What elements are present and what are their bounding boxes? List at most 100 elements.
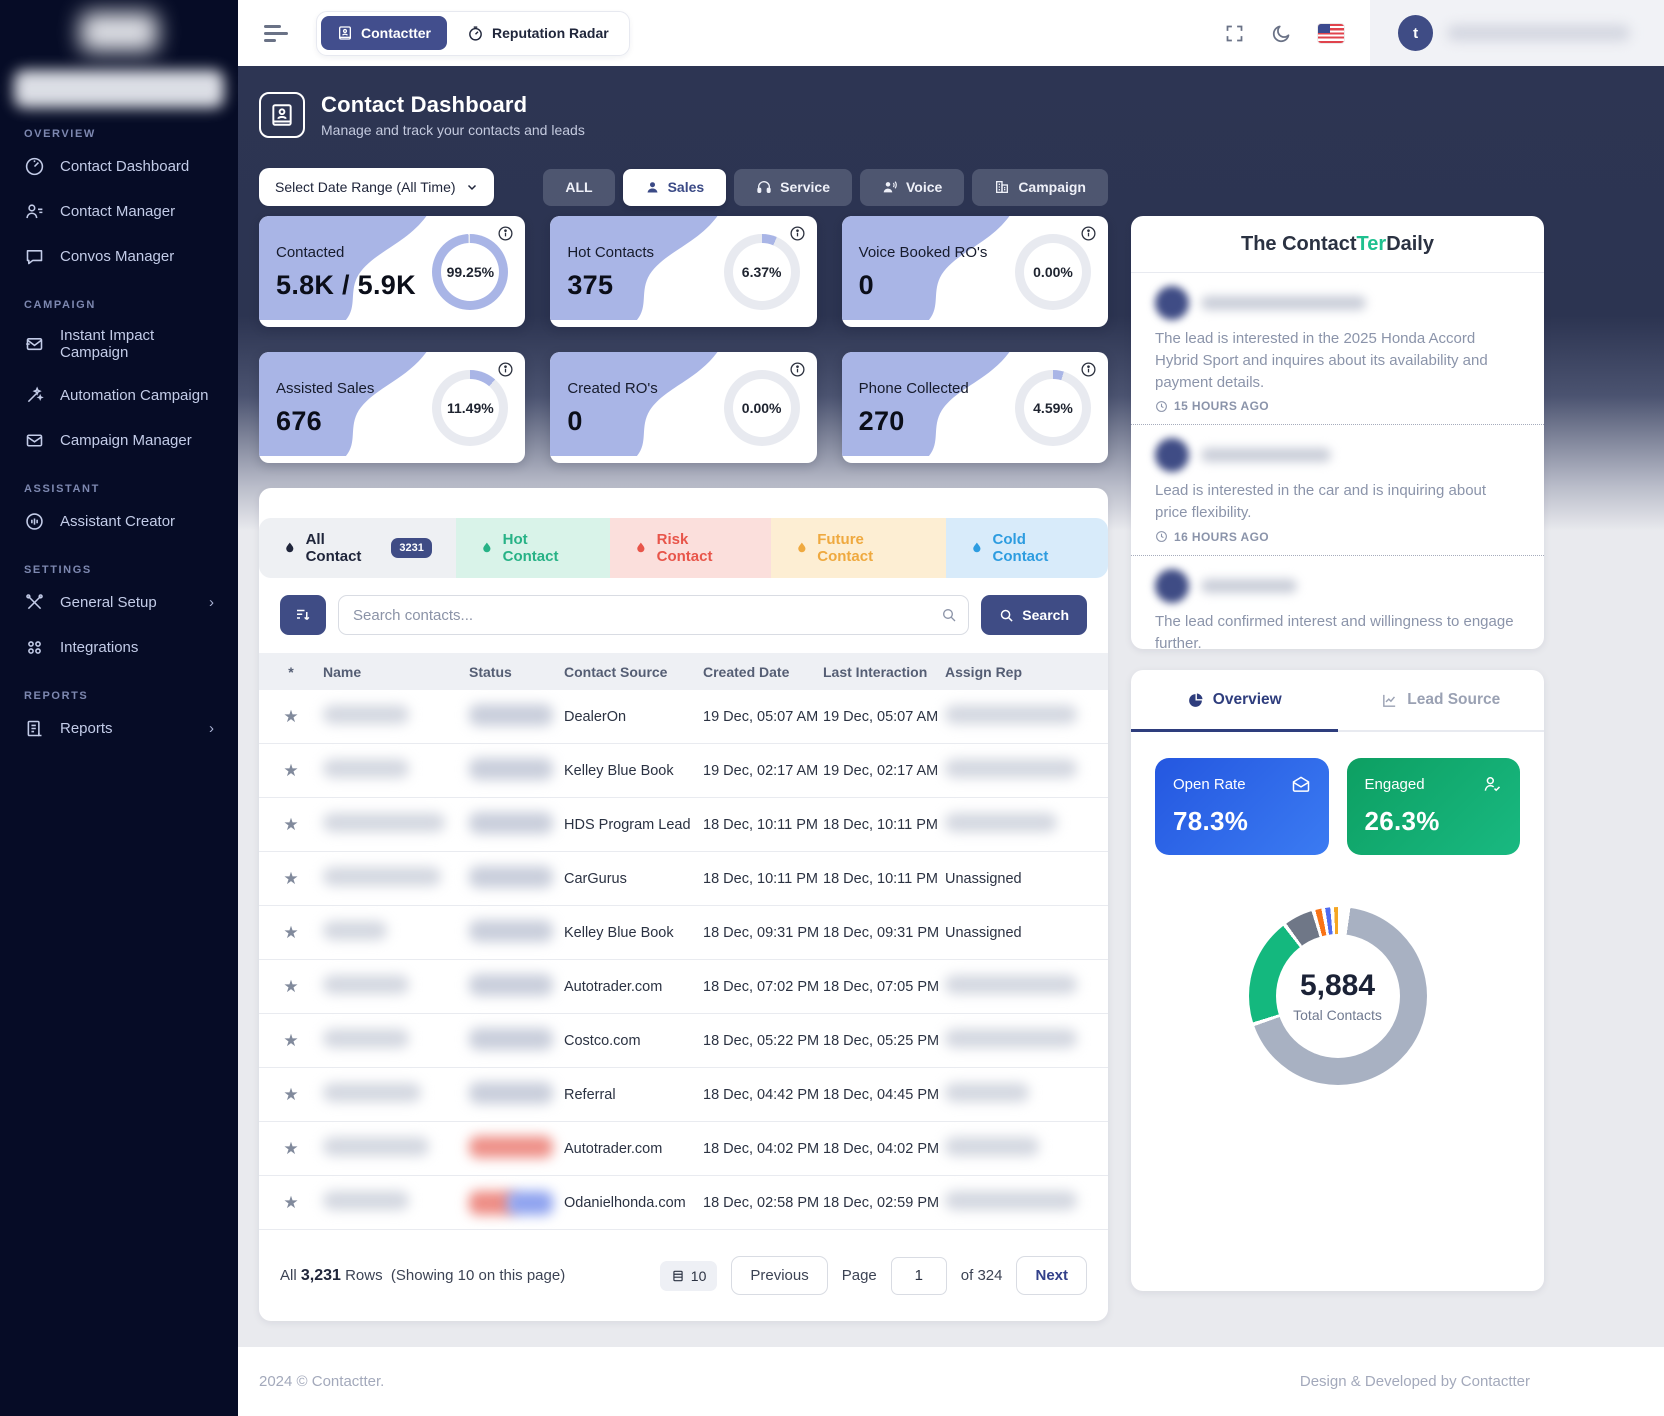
tab-hot-contact[interactable]: Hot Contact: [456, 518, 610, 578]
cell-created-date: 18 Dec, 05:22 PM: [703, 1033, 823, 1049]
table-row[interactable]: ★ DealerOn 19 Dec, 05:07 AM 19 Dec, 05:0…: [259, 690, 1108, 744]
page-number-input[interactable]: [891, 1257, 947, 1295]
open-rate-value: 78.3%: [1173, 806, 1311, 837]
tab-contactter[interactable]: Contactter: [321, 16, 447, 50]
tab-label: Campaign: [1018, 179, 1086, 195]
filter-button[interactable]: [280, 595, 326, 635]
redacted-rep: [945, 1083, 1029, 1102]
language-flag-us[interactable]: [1318, 24, 1344, 43]
table-row[interactable]: ★ Autotrader.com 18 Dec, 07:02 PM 18 Dec…: [259, 960, 1108, 1014]
sidebar-item-campaign-manager[interactable]: Campaign Manager: [0, 418, 238, 463]
star-icon[interactable]: ★: [283, 1085, 298, 1104]
next-page-button[interactable]: Next: [1016, 1256, 1087, 1295]
tab-campaign[interactable]: Campaign: [972, 169, 1108, 206]
tab-voice[interactable]: Voice: [860, 169, 964, 206]
ring-percent: 0.00%: [742, 400, 782, 416]
sidebar-item-contact-manager[interactable]: Contact Manager: [0, 189, 238, 234]
sidebar-item-automation-campaign[interactable]: Automation Campaign: [0, 373, 238, 418]
star-icon[interactable]: ★: [283, 1193, 298, 1212]
table-row[interactable]: ★ Odanielhonda.com 18 Dec, 02:58 PM 18 D…: [259, 1176, 1108, 1230]
table-row[interactable]: ★ CarGurus 18 Dec, 10:11 PM 18 Dec, 10:1…: [259, 852, 1108, 906]
stat-card-voice-booked-ros: Voice Booked RO's 0 0.00%: [842, 216, 1108, 327]
star-icon[interactable]: ★: [283, 869, 298, 888]
voice-person-icon: [882, 179, 898, 195]
sidebar-item-contact-dashboard[interactable]: Contact Dashboard: [0, 144, 238, 189]
sidebar-item-assistant-creator[interactable]: Assistant Creator: [0, 499, 238, 544]
column-assign-rep: Assign Rep: [945, 664, 1108, 680]
table-row[interactable]: ★ Autotrader.com 18 Dec, 04:02 PM 18 Dec…: [259, 1122, 1108, 1176]
star-icon[interactable]: ★: [283, 1031, 298, 1050]
stat-value: 375: [567, 270, 613, 301]
search-input[interactable]: [338, 595, 969, 635]
info-icon[interactable]: [1080, 361, 1097, 378]
star-icon[interactable]: ★: [283, 923, 298, 942]
table-row[interactable]: ★ Kelley Blue Book 19 Dec, 02:17 AM 19 D…: [259, 744, 1108, 798]
tab-label: Contactter: [361, 25, 431, 41]
info-icon[interactable]: [1080, 225, 1097, 242]
ring-percent: 0.00%: [1033, 264, 1073, 280]
cell-contact-source: Autotrader.com: [564, 979, 703, 995]
tab-label: Voice: [906, 179, 942, 195]
daily-feed-item[interactable]: The lead is interested in the 2025 Honda…: [1131, 273, 1544, 425]
info-icon[interactable]: [789, 361, 806, 378]
date-range-select[interactable]: Select Date Range (All Time): [259, 168, 494, 206]
tab-lead-source[interactable]: Lead Source: [1338, 670, 1545, 730]
search-wrap: [338, 595, 969, 635]
cell-contact-source: Odanielhonda.com: [564, 1195, 703, 1211]
table-row[interactable]: ★ Referral 18 Dec, 04:42 PM 18 Dec, 04:4…: [259, 1068, 1108, 1122]
tab-all[interactable]: ALL: [543, 169, 614, 206]
droplet-icon: [795, 541, 809, 555]
table-row[interactable]: ★ Kelley Blue Book 18 Dec, 09:31 PM 18 D…: [259, 906, 1108, 960]
daily-feed-item[interactable]: The lead confirmed interest and willingn…: [1131, 556, 1544, 649]
sidebar-item-instant-impact-campaign[interactable]: Instant Impact Campaign: [0, 315, 238, 373]
star-icon[interactable]: ★: [283, 815, 298, 834]
cell-created-date: 18 Dec, 10:11 PM: [703, 871, 823, 887]
tab-future-contact[interactable]: Future Contact: [771, 518, 946, 578]
star-icon[interactable]: ★: [283, 761, 298, 780]
tab-service[interactable]: Service: [734, 169, 852, 206]
star-icon[interactable]: ★: [283, 1139, 298, 1158]
daily-feed-item[interactable]: Lead is interested in the car and is inq…: [1131, 425, 1544, 556]
previous-page-button[interactable]: Previous: [731, 1256, 827, 1295]
sidebar-item-reports[interactable]: Reports ›: [0, 706, 238, 751]
hamburger-menu-icon[interactable]: [264, 24, 290, 42]
kpi-label: Engaged: [1365, 776, 1425, 793]
stat-card-created-ros: Created RO's 0 0.00%: [550, 352, 816, 463]
table-row[interactable]: ★ Costco.com 18 Dec, 05:22 PM 18 Dec, 05…: [259, 1014, 1108, 1068]
tab-overview[interactable]: Overview: [1131, 670, 1338, 730]
sidebar-section-reports: REPORTS: [24, 690, 214, 702]
search-button[interactable]: Search: [981, 595, 1087, 635]
redacted-status: [469, 1191, 564, 1215]
user-menu[interactable]: t: [1370, 0, 1664, 66]
info-icon[interactable]: [789, 225, 806, 242]
redacted-rep: [945, 813, 1057, 832]
star-icon[interactable]: ★: [283, 977, 298, 996]
sidebar-item-convos-manager[interactable]: Convos Manager: [0, 234, 238, 279]
date-range-label: Select Date Range (All Time): [275, 179, 456, 195]
tab-risk-contact[interactable]: Risk Contact: [610, 518, 771, 578]
table-row[interactable]: ★ HDS Program Lead 18 Dec, 10:11 PM 18 D…: [259, 798, 1108, 852]
sidebar: OVERVIEW Contact Dashboard Contact Manag…: [0, 0, 238, 1416]
dark-mode-moon-icon[interactable]: [1271, 23, 1292, 44]
redacted-name: [323, 705, 409, 724]
sidebar-item-label: Contact Manager: [60, 203, 214, 220]
redacted-status: [469, 866, 553, 888]
assistant-icon: [24, 511, 45, 532]
info-icon[interactable]: [497, 225, 514, 242]
tab-sales[interactable]: Sales: [623, 169, 727, 206]
tab-all-contact[interactable]: All Contact 3231: [259, 518, 456, 578]
tab-cold-contact[interactable]: Cold Contact: [946, 518, 1108, 578]
avatar[interactable]: t: [1398, 15, 1433, 51]
pagination-summary: All 3,231 Rows (Showing 10 on this page): [280, 1267, 565, 1285]
star-icon[interactable]: ★: [283, 707, 298, 726]
cell-created-date: 19 Dec, 05:07 AM: [703, 709, 823, 725]
tab-label: Service: [780, 179, 830, 195]
sidebar-item-integrations[interactable]: Integrations: [0, 625, 238, 670]
sidebar-item-general-setup[interactable]: General Setup ›: [0, 580, 238, 625]
sidebar-item-label: Automation Campaign: [60, 387, 214, 404]
tab-reputation-radar[interactable]: Reputation Radar: [451, 16, 625, 51]
page-size-select[interactable]: 10: [660, 1261, 718, 1291]
info-icon[interactable]: [497, 361, 514, 378]
app-logo[interactable]: [0, 0, 238, 64]
fullscreen-icon[interactable]: [1224, 23, 1245, 44]
